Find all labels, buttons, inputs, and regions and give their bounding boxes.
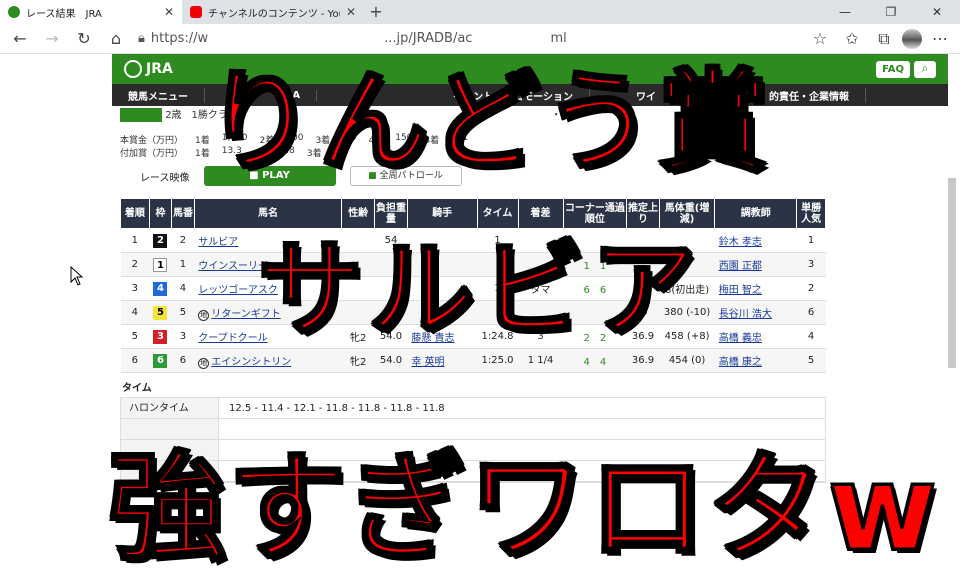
jra-logo-icon [124,60,142,78]
cell-num: 2 [171,228,195,253]
cell-rank: 1 [120,228,150,253]
cell-num: 5 [171,300,195,325]
mouse-cursor-icon [70,266,84,286]
maru-chi-icon: 地 [198,357,210,369]
trainer-link[interactable]: 西園 正都 [719,261,762,272]
restore-icon[interactable]: ❐ [868,0,914,24]
cell-num: 6 [171,348,195,373]
close-icon[interactable]: ✕ [164,5,174,19]
nav-item[interactable]: 競馬メニュー [112,87,205,103]
waku-badge: 6 [153,353,168,368]
cell-trainer: 高橋 康之 [714,348,797,373]
more-menu-icon[interactable]: ⋯ [926,29,954,48]
trainer-link[interactable]: 高橋 義忠 [719,333,762,344]
search-icon[interactable]: ⌕ [914,60,936,78]
collections-icon[interactable]: ⧉ [870,29,898,49]
scrollbar-thumb[interactable] [948,178,956,368]
waku-badge: 3 [153,329,168,344]
cell-pop: 5 [796,348,826,373]
cell-pop: 3 [796,252,826,277]
logo-text: JRA [146,61,173,77]
cell-pop: 2 [796,276,826,301]
prize-label: 付加賞（万円） [120,149,184,159]
column-header: 単勝人気 [796,198,826,229]
favorites-list-icon[interactable]: ✩ [838,29,866,48]
horse-link[interactable]: サルビア [198,237,238,248]
window-close-icon[interactable]: ✕ [914,0,960,24]
cell-trainer: 高橋 義忠 [714,324,797,349]
maru-chi-icon: 地 [198,309,210,321]
trainer-link[interactable]: 高橋 康之 [719,357,762,368]
cell-waku: 5 [149,300,172,325]
trainer-link[interactable]: 長谷川 浩大 [719,309,772,320]
cell-rank: 5 [120,324,150,349]
cell-waku: 1 [149,252,172,277]
column-header: 着順 [120,198,150,229]
forward-icon[interactable]: → [38,29,66,48]
column-header: 枠 [148,198,173,229]
faq-button[interactable]: FAQ [876,60,910,78]
tab-bar: レース結果 JRA ✕ チャンネルのコンテンツ - YouTube St ✕ +… [0,0,960,24]
tab-title: レース結果 JRA [26,8,102,20]
cell-waku: 2 [149,228,172,253]
window-controls: — ❐ ✕ [822,0,960,24]
cell-pop: 4 [796,324,826,349]
trainer-link[interactable]: 鈴木 孝志 [719,237,762,248]
tab-title: チャンネルのコンテンツ - YouTube St [208,8,340,20]
cell-num: 4 [171,276,195,301]
video-label: レース映像 [140,172,190,184]
refresh-icon[interactable]: ↻ [70,29,98,48]
cell-num: 1 [171,252,195,277]
cell-pop: 1 [796,228,826,253]
prize-label: 本賞金（万円） [120,136,184,146]
cell-trainer: 西園 正都 [714,252,797,277]
jockey-link[interactable]: 幸 英明 [411,357,444,368]
cell-rank: 2 [120,252,150,277]
cell-rank: 3 [120,276,150,301]
race-grade-badge [120,108,162,122]
avatar[interactable] [902,28,922,49]
trainer-link[interactable]: 梅田 智之 [719,285,762,296]
cell-waku: 6 [149,348,172,373]
back-icon[interactable]: ← [6,29,34,48]
home-icon[interactable]: ⌂ [102,29,130,48]
close-icon[interactable]: ✕ [346,5,356,19]
cell-trainer: 梅田 智之 [714,276,797,301]
minimize-icon[interactable]: — [822,0,868,24]
page-scrollbar[interactable] [948,60,958,540]
cell-pop: 6 [796,300,826,325]
favorite-star-icon[interactable]: ☆ [806,29,834,48]
cell-rank: 6 [120,348,150,373]
cell-trainer: 鈴木 孝志 [714,228,797,253]
column-header: 調教師 [714,198,798,229]
horse-link[interactable]: エイシンシトリン [211,357,291,368]
column-header: 馬番 [171,198,195,229]
waku-badge: 4 [153,281,168,296]
overlay-title: りんどう賞 [204,57,772,188]
waku-badge: 5 [153,305,168,320]
tab-jra-results[interactable]: レース結果 JRA ✕ [0,0,182,24]
overlay-comment: 強すぎワロタw [106,438,940,579]
cell-rank: 4 [120,300,150,325]
time-section-title: タイム [122,383,152,394]
tab-youtube-studio[interactable]: チャンネルのコンテンツ - YouTube St ✕ [182,0,364,24]
jra-logo[interactable]: JRA [124,60,173,78]
url-text-prefix: https://w [150,31,209,46]
cell-waku: 4 [149,276,172,301]
cell-trainer: 長谷川 浩大 [714,300,797,325]
new-tab-icon[interactable]: + [364,0,388,24]
jra-favicon-icon [8,6,20,18]
overlay-horse-name: サルビア [256,228,703,353]
lock-icon: 🔒︎ [138,31,145,46]
waku-badge: 2 [153,233,168,248]
cell-waku: 3 [149,324,172,349]
youtube-favicon-icon [190,6,202,18]
cell-num: 3 [171,324,195,349]
waku-badge: 1 [153,257,168,272]
